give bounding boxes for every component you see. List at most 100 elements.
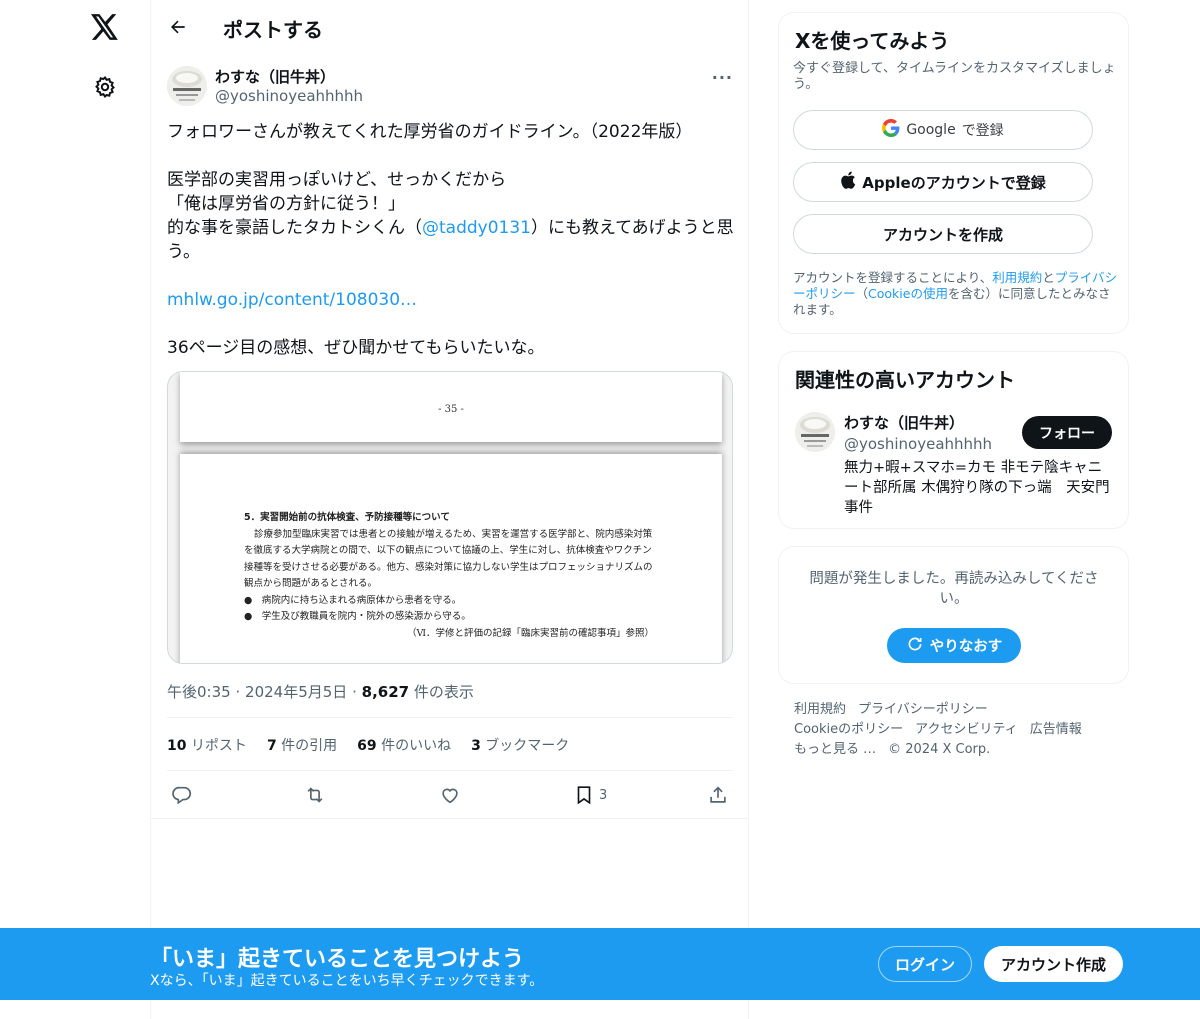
likes-label: 件のいいね bbox=[381, 738, 452, 754]
repost-icon[interactable] bbox=[304, 782, 326, 808]
related-accounts-card: 関連性の高いアカウント わすな（旧牛丼） @yoshinoyeahhhhh フォ… bbox=[778, 351, 1129, 529]
related-account-name[interactable]: わすな（旧牛丼） bbox=[844, 412, 964, 433]
tweet-date[interactable]: 2024年5月5日 bbox=[245, 683, 347, 701]
reposts-count: 10 bbox=[167, 738, 187, 754]
cookie-use-link[interactable]: Cookieの使用 bbox=[868, 286, 948, 301]
signup-terms: アカウントを登録することにより、利用規約とプライバシーポリシー（Cookieの使… bbox=[793, 270, 1119, 318]
tweet-stats: 10 リポスト 7 件の引用 69 件のいいね 3 ブックマーク bbox=[167, 735, 569, 755]
separator: · bbox=[352, 683, 357, 701]
divider bbox=[167, 770, 733, 771]
tweet-line: フォロワーさんが教えてくれた厚労省のガイドライン。（2022年版） bbox=[167, 122, 693, 142]
doc-line: を徹底する大学病院との間で、以下の観点について協議の上、学生に対し、抗体検査やワ… bbox=[244, 545, 652, 556]
apple-signup-button[interactable]: Appleのアカウントで登録 bbox=[793, 162, 1093, 202]
doc-line: 接種等を受けさせる必要がある。他方、感染対策に協力しない学生はプロフェッショナリ… bbox=[244, 561, 653, 573]
terms-text: アカウントを登録することにより、 bbox=[793, 270, 993, 285]
bookmark-icon[interactable]: 3 bbox=[573, 782, 607, 808]
likes-stat[interactable]: 69 件のいいね bbox=[357, 735, 451, 755]
signup-title: Xを使ってみよう bbox=[795, 29, 950, 53]
login-button[interactable]: ログイン bbox=[878, 946, 972, 982]
document-page-top: - 35 - bbox=[180, 372, 722, 442]
doc-line: 観点から問題があるとされる。 bbox=[244, 578, 378, 589]
doc-line: 診療参加型臨床実習では患者との接触が増えるため、実習を運営する医学部と、院内感染… bbox=[254, 528, 653, 540]
main-column: ポストする わすな（旧牛丼） @yoshinoyeahhhhh ··· フォロワ… bbox=[150, 0, 749, 1019]
related-account-handle[interactable]: @yoshinoyeahhhhh bbox=[844, 435, 992, 453]
author-display-name[interactable]: わすな（旧牛丼） bbox=[215, 66, 335, 87]
views-label: 件の表示 bbox=[413, 683, 474, 701]
quotes-stat[interactable]: 7 件の引用 bbox=[267, 735, 337, 755]
footer-links: 利用規約 プライバシーポリシー Cookieのポリシー アクセシビリティ 広告情報 も… bbox=[794, 700, 1114, 760]
avatar[interactable] bbox=[795, 412, 835, 452]
tweet-line: 「俺は厚労省の方針に従う！」 bbox=[167, 194, 405, 214]
tweet-author: わすな（旧牛丼） @yoshinoyeahhhhh ··· bbox=[167, 64, 733, 108]
avatar[interactable] bbox=[167, 66, 207, 106]
tweet-line: 的な事を豪語したタカトシくん（@taddy0131）にも教えてあげようと思う。 bbox=[167, 216, 735, 264]
tweet-blank bbox=[167, 312, 735, 336]
related-title: 関連性の高いアカウント bbox=[795, 368, 1015, 392]
doc-line: （Ⅵ．学修と評価の記録「臨床実習前の確認事項」参照） bbox=[406, 627, 654, 639]
like-heart-icon[interactable] bbox=[439, 782, 461, 808]
document-page: 5．実習開始前の抗体検査、予防接種等について 診療参加型臨床実習では患者との接触… bbox=[180, 454, 722, 663]
reposts-stat[interactable]: 10 リポスト bbox=[167, 735, 247, 755]
follow-button[interactable]: フォロー bbox=[1022, 416, 1112, 449]
footer-accessibility-link[interactable]: アクセシビリティ bbox=[915, 722, 1018, 737]
doc-line: ● 病院内に持ち込まれる病原体から患者を守る。 bbox=[244, 594, 462, 606]
google-brand: Google bbox=[906, 122, 956, 138]
tweet-media-image[interactable]: - 35 - 5．実習開始前の抗体検査、予防接種等について 診療参加型臨床実習で… bbox=[167, 371, 733, 664]
terms-of-service-link[interactable]: 利用規約 bbox=[992, 270, 1042, 285]
refresh-icon bbox=[906, 635, 924, 657]
footer-ads-link[interactable]: 広告情報 bbox=[1030, 722, 1082, 737]
tweet-time[interactable]: 午後0:35 bbox=[167, 683, 231, 701]
divider bbox=[151, 818, 749, 819]
separator: · bbox=[235, 683, 241, 701]
retry-button[interactable]: やりなおす bbox=[887, 628, 1021, 663]
bookmarks-label: ブックマーク bbox=[485, 738, 570, 754]
tweet-actions: 3 bbox=[167, 782, 733, 808]
gear-icon[interactable] bbox=[92, 74, 118, 100]
footer-more-link[interactable]: もっと見る … bbox=[794, 742, 876, 757]
tweet-text-part: 的な事を豪語したタカトシくん（ bbox=[167, 218, 422, 238]
create-account-button[interactable]: アカウントを作成 bbox=[793, 214, 1093, 254]
terms-text: と bbox=[1042, 270, 1055, 285]
share-icon[interactable] bbox=[707, 782, 729, 808]
retry-label: やりなおす bbox=[929, 639, 1003, 655]
apple-icon bbox=[840, 171, 856, 193]
footer-copyright: © 2024 X Corp. bbox=[888, 742, 991, 757]
footer-row: Cookieのポリシー アクセシビリティ 広告情報 bbox=[794, 720, 1114, 740]
google-signup-button[interactable]: Google で登録 bbox=[793, 110, 1093, 150]
terms-text: （ bbox=[855, 286, 869, 301]
post-header: ポストする bbox=[151, 0, 749, 55]
error-message: 問題が発生しました。再読み込みしてください。 bbox=[809, 571, 1099, 607]
tweet-text: フォロワーさんが教えてくれた厚労省のガイドライン。（2022年版） 医学部の実習… bbox=[167, 120, 735, 360]
views-count: 8,627 bbox=[361, 683, 410, 701]
reply-icon[interactable] bbox=[171, 782, 193, 808]
back-arrow-icon[interactable] bbox=[165, 14, 191, 40]
page-title: ポストする bbox=[223, 18, 323, 42]
banner-title: 「いま」起きていることを見つけよう bbox=[150, 947, 525, 972]
divider bbox=[167, 717, 733, 718]
author-handle[interactable]: @yoshinoyeahhhhh bbox=[215, 87, 363, 105]
footer-cookie-link[interactable]: Cookieのポリシー bbox=[794, 722, 903, 737]
signup-subtitle: 今すぐ登録して、タイムラインをカスタマイズしましょう。 bbox=[793, 61, 1116, 92]
error-card: 問題が発生しました。再読み込みしてください。 やりなおす bbox=[778, 546, 1129, 684]
bottom-signup-banner: 「いま」起きていることを見つけよう Xなら、「いま」起きていることをいち早くチェ… bbox=[0, 928, 1200, 1000]
footer-privacy-link[interactable]: プライバシーポリシー bbox=[858, 702, 988, 717]
x-logo-icon[interactable] bbox=[90, 12, 120, 42]
document-text: 5．実習開始前の抗体検査、予防接種等について 診療参加型臨床実習では患者との接触… bbox=[244, 510, 664, 642]
mention-link[interactable]: @taddy0131 bbox=[422, 218, 531, 238]
likes-count: 69 bbox=[357, 738, 377, 754]
footer-row: もっと見る … © 2024 X Corp. bbox=[794, 740, 1114, 760]
signup-button[interactable]: アカウント作成 bbox=[984, 946, 1123, 982]
tweet-line: 医学部の実習用っぽいけど、せっかくだから bbox=[167, 170, 507, 190]
quotes-count: 7 bbox=[266, 738, 277, 754]
google-icon bbox=[882, 119, 900, 141]
page-number: - 35 - bbox=[438, 404, 464, 415]
quotes-label: 件の引用 bbox=[281, 738, 338, 754]
apple-signup-label: Appleのアカウントで登録 bbox=[862, 173, 1046, 192]
footer-tos-link[interactable]: 利用規約 bbox=[794, 702, 846, 717]
doc-line: ● 学生及び教職員を院内・院外の感染源から守る。 bbox=[244, 611, 471, 622]
bookmarks-stat[interactable]: 3 ブックマーク bbox=[471, 735, 569, 755]
related-account-bio: 無力+暇+スマホ=カモ 非モテ陰キャニート部所属 木偶狩り隊の下っ端 天安門事件 bbox=[844, 460, 1110, 516]
more-options-icon[interactable]: ··· bbox=[712, 68, 733, 87]
left-nav bbox=[0, 0, 150, 1019]
url-link[interactable]: mhlw.go.jp/content/108030… bbox=[167, 288, 735, 312]
